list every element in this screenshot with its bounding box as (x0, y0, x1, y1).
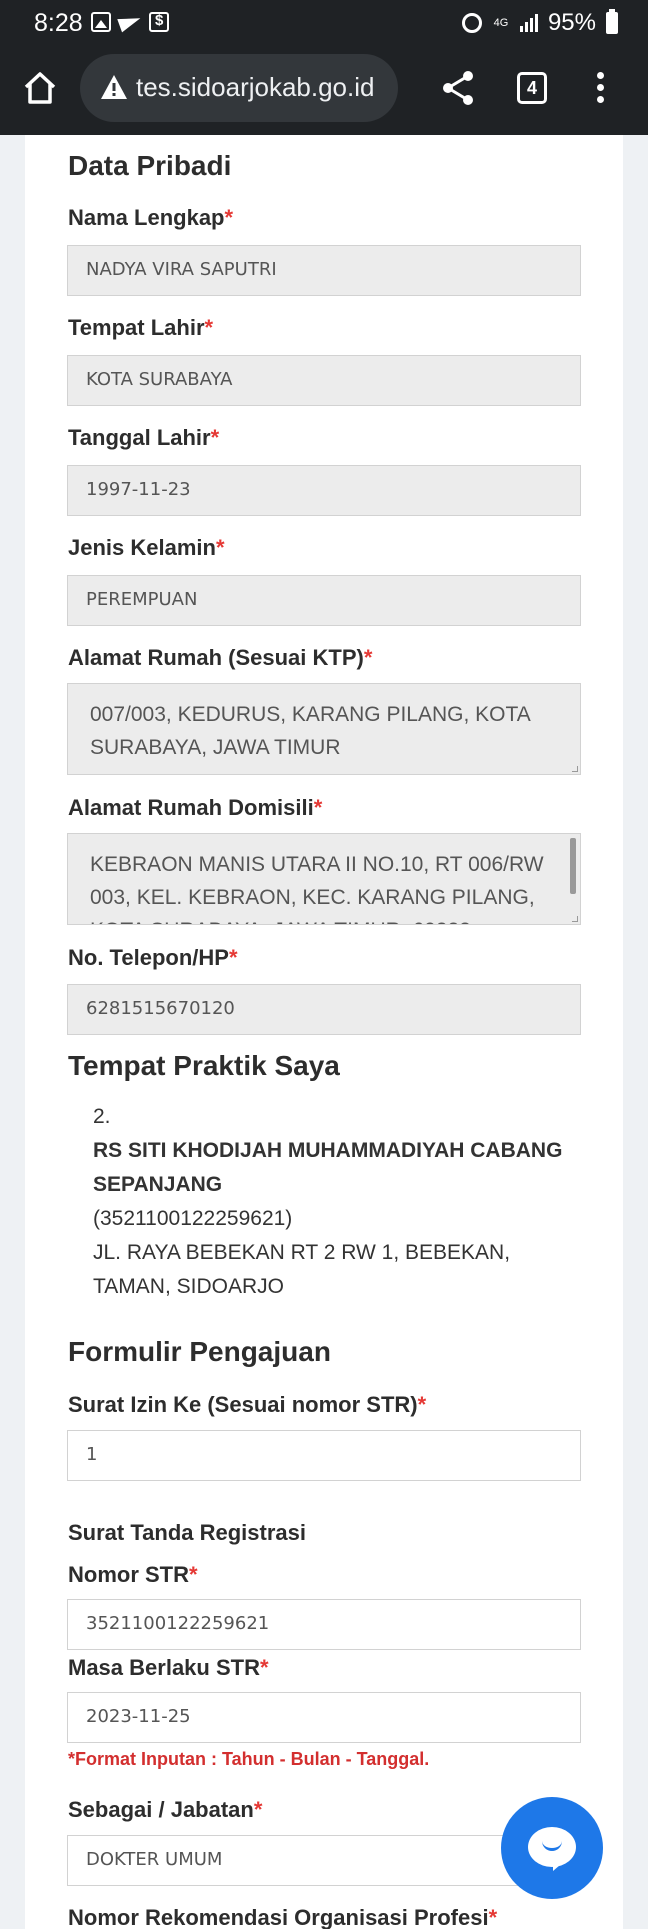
alamat-ktp-line: SURABAYA, JAWA TIMUR (90, 736, 341, 759)
textarea-scrollbar[interactable] (570, 838, 576, 894)
nomor-str-input[interactable]: 3521100122259621 (67, 1599, 581, 1650)
alamat-domisili-label: Alamat Rumah Domisili* (68, 795, 323, 820)
share-icon[interactable] (438, 68, 478, 108)
notification-icons (91, 12, 169, 32)
shopping-bag-notification-icon (149, 12, 169, 32)
more-menu-icon[interactable] (588, 72, 612, 106)
praktik-address: JL. RAYA BEBEKAN RT 2 RW 1, BEBEKAN, (93, 1241, 511, 1264)
str-heading: Surat Tanda Registrasi (68, 1520, 306, 1545)
alarm-icon (461, 13, 482, 33)
alamat-ktp-textarea[interactable]: 007/003, KEDURUS, KARANG PILANG, KOTA SU… (67, 683, 581, 775)
formulir-title: Formulir Pengajuan (68, 1336, 331, 1367)
battery-icon (606, 9, 618, 34)
surat-izin-input[interactable]: 1 (67, 1430, 581, 1481)
masa-berlaku-input[interactable]: 2023-11-25 (67, 1692, 581, 1743)
praktik-address: TAMAN, SIDOARJO (93, 1275, 284, 1298)
tempat-lahir-label: Tempat Lahir* (68, 315, 214, 340)
praktik-name: RS SITI KHODIJAH MUHAMMADIYAH CABANG (93, 1139, 563, 1162)
telepon-field[interactable]: 6281515670120 (67, 984, 581, 1035)
signal-icon (519, 14, 538, 32)
network-type: 4G (493, 17, 509, 29)
alamat-ktp-line: 007/003, KEDURUS, KARANG PILANG, KOTA (90, 703, 531, 726)
browser-toolbar: tes.sidoarjokab.go.id 4 (0, 46, 648, 135)
jenis-kelamin-field[interactable]: PEREMPUAN (67, 575, 581, 626)
praktik-code: (3521100122259621) (93, 1207, 293, 1230)
masa-berlaku-label: Masa Berlaku STR* (68, 1655, 269, 1680)
praktik-list-item: 2. RS SITI KHODIJAH MUHAMMADIYAH CABANG … (93, 1100, 562, 1304)
jenis-kelamin-label: Jenis Kelamin* (68, 535, 225, 560)
telepon-label: No. Telepon/HP* (68, 945, 238, 970)
not-secure-warning-icon[interactable] (100, 73, 128, 101)
nomor-str-label: Nomor STR* (68, 1562, 198, 1587)
home-icon[interactable] (20, 68, 60, 108)
jabatan-label: Sebagai / Jabatan* (68, 1797, 263, 1822)
praktik-name: SEPANJANG (93, 1173, 223, 1196)
battery-percent: 95% (547, 9, 596, 36)
data-pribadi-title: Data Pribadi (68, 150, 232, 181)
surat-izin-label: Surat Izin Ke (Sesuai nomor STR)* (68, 1392, 427, 1417)
url-text[interactable]: tes.sidoarjokab.go.id (136, 72, 374, 103)
telegram-notification-icon (119, 12, 141, 32)
alamat-domisili-textarea[interactable]: KEBRAON MANIS UTARA II NO.10, RT 006/RW … (67, 833, 581, 925)
tanggal-lahir-field[interactable]: 1997-11-23 (67, 465, 581, 516)
tanggal-lahir-label: Tanggal Lahir* (68, 425, 220, 450)
status-bar: 8:28 4G 95% (0, 0, 648, 46)
resize-handle[interactable] (572, 766, 578, 772)
rekomendasi-label: Nomor Rekomendasi Organisasi Profesi* (68, 1905, 498, 1929)
tab-switcher-button[interactable]: 4 (517, 72, 547, 104)
alamat-domisili-line: KOTA SURABAYA, JAWA TIMUR, 60222 (90, 914, 562, 924)
status-time: 8:28 (34, 9, 83, 37)
alamat-domisili-line: 003, KEL. KEBRAON, KEC. KARANG PILANG, (90, 886, 535, 909)
resize-handle[interactable] (572, 916, 578, 922)
alamat-ktp-label: Alamat Rumah (Sesuai KTP)* (68, 645, 373, 670)
praktik-number: 2. (93, 1105, 111, 1128)
tempat-lahir-field[interactable]: KOTA SURABAYA (67, 355, 581, 406)
chat-button[interactable] (501, 1797, 603, 1899)
alamat-domisili-line: KEBRAON MANIS UTARA II NO.10, RT 006/RW (90, 853, 544, 876)
tempat-praktik-title: Tempat Praktik Saya (68, 1050, 340, 1081)
nama-lengkap-field[interactable]: NADYA VIRA SAPUTRI (67, 245, 581, 296)
gallery-notification-icon (91, 12, 111, 32)
format-hint: *Format Inputan : Tahun - Bulan - Tangga… (68, 1749, 430, 1769)
nama-lengkap-label: Nama Lengkap* (68, 205, 234, 230)
address-bar[interactable]: tes.sidoarjokab.go.id (80, 54, 398, 122)
